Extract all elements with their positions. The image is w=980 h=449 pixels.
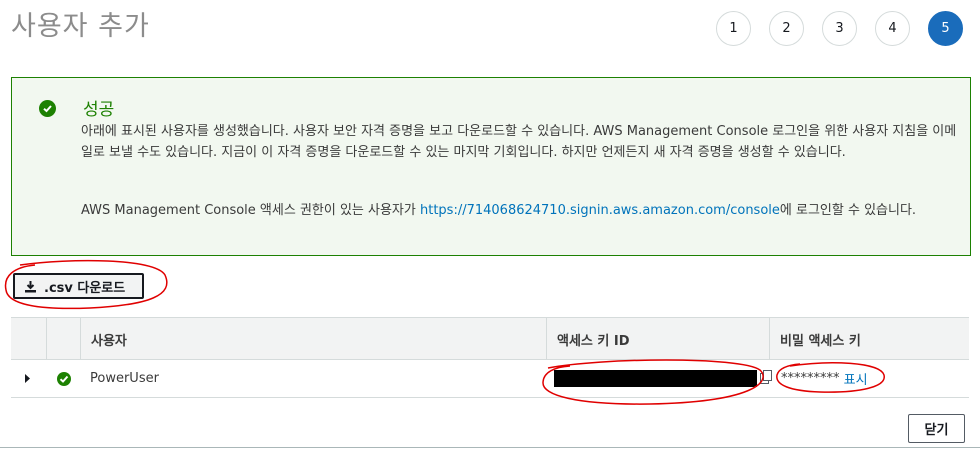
- download-csv-button[interactable]: .csv 다운로드: [13, 273, 144, 299]
- download-csv-label: .csv 다운로드: [44, 280, 126, 296]
- user-name: PowerUser: [90, 371, 159, 386]
- secret-key-column-header: 비밀 액세스 키: [769, 318, 969, 360]
- alert-title: 성공: [83, 100, 115, 120]
- alert-message: 아래에 표시된 사용자를 생성했습니다. 사용자 보안 자격 증명을 보고 다운…: [81, 124, 957, 160]
- user-success-icon: [57, 360, 71, 397]
- copy-icon[interactable]: [760, 370, 772, 385]
- step-1[interactable]: 1: [716, 11, 751, 46]
- table-row: PowerUser ********* 표시: [11, 360, 969, 398]
- wizard-steps: 1 2 3 4 5: [716, 11, 963, 46]
- access-key-column-header: 액세스 키 ID: [546, 318, 769, 360]
- expand-row-caret-icon[interactable]: [24, 360, 31, 397]
- step-5-current[interactable]: 5: [928, 11, 963, 46]
- close-button[interactable]: 닫기: [908, 414, 965, 443]
- alert-console-message: AWS Management Console 액세스 권한이 있는 사용자가 h…: [81, 200, 961, 221]
- step-2[interactable]: 2: [769, 11, 804, 46]
- success-alert: 성공 아래에 표시된 사용자를 생성했습니다. 사용자 보안 자격 증명을 보고…: [11, 77, 971, 256]
- secret-key-cell: ********* 표시: [781, 360, 868, 397]
- success-check-icon: [39, 100, 56, 117]
- console-message-prefix: AWS Management Console 액세스 권한이 있는 사용자가: [81, 203, 420, 218]
- user-column-header: 사용자: [80, 318, 546, 360]
- secret-key-masked: *********: [781, 371, 840, 386]
- download-icon: [25, 280, 36, 292]
- console-signin-link[interactable]: https://714068624710.signin.aws.amazon.c…: [420, 203, 780, 218]
- status-column-header: [46, 318, 80, 360]
- show-secret-link[interactable]: 표시: [844, 369, 868, 388]
- users-table: 사용자 액세스 키 ID 비밀 액세스 키 PowerUser ********…: [11, 317, 969, 398]
- access-key-id-redacted: [554, 370, 757, 387]
- step-3[interactable]: 3: [822, 11, 857, 46]
- console-message-suffix: 에 로그인할 수 있습니다.: [779, 203, 917, 218]
- expand-column-header: [11, 318, 46, 360]
- bottom-divider: [0, 447, 980, 448]
- page-title: 사용자 추가: [11, 11, 150, 42]
- table-header: 사용자 액세스 키 ID 비밀 액세스 키: [11, 317, 969, 360]
- step-4[interactable]: 4: [875, 11, 910, 46]
